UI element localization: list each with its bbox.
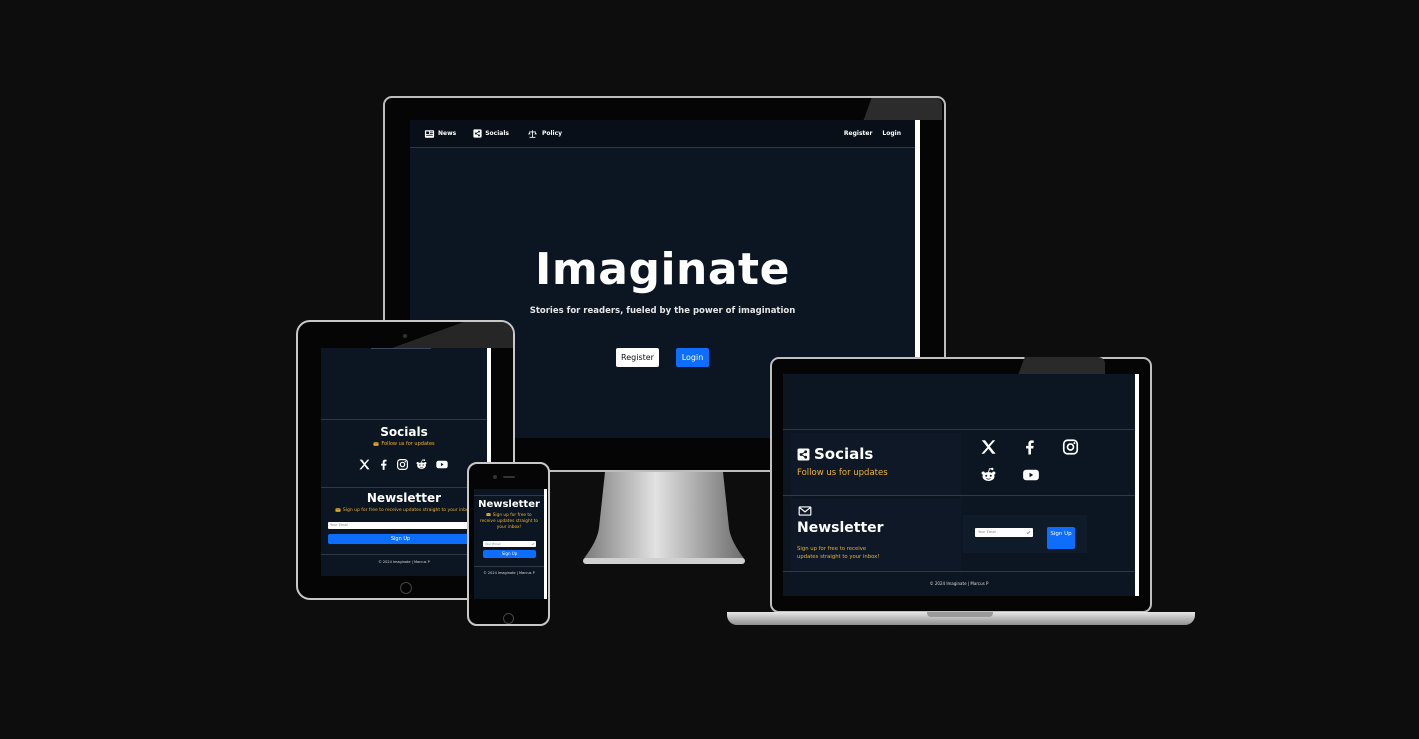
divider <box>474 566 544 567</box>
footer-copyright: © 2024 Imaginate | Marcus P <box>929 581 989 586</box>
instagram-icon[interactable] <box>396 458 409 471</box>
monitor-stand <box>583 472 745 564</box>
youtube-icon[interactable] <box>1020 466 1042 484</box>
email-placeholder: Your Email <box>978 530 997 534</box>
socials-heading-row: Socials <box>797 445 873 463</box>
divider <box>783 429 1135 430</box>
email-input[interactable]: Your Email <box>975 528 1033 537</box>
phone-camera <box>493 475 497 479</box>
reddit-icon[interactable] <box>415 458 428 471</box>
check-icon <box>1026 530 1031 535</box>
newsletter-tagline-row: Sign up for free to receive updates stra… <box>321 507 487 513</box>
phone-home-button <box>503 613 514 624</box>
divider <box>371 348 431 349</box>
envelope-icon <box>335 507 341 513</box>
socials-panel <box>791 433 961 495</box>
share-icon <box>797 448 810 461</box>
newsletter-tagline: Sign up for free to receive updates stra… <box>342 507 474 513</box>
youtube-icon[interactable] <box>434 458 450 471</box>
reddit-icon[interactable] <box>979 466 998 484</box>
nav-link-policy[interactable]: Policy <box>526 129 562 139</box>
share-icon <box>473 129 482 138</box>
divider <box>321 419 487 420</box>
email-placeholder: Your Email <box>485 542 501 546</box>
signup-button[interactable]: Sign Up <box>483 550 536 558</box>
newsletter-heading: Newsletter <box>478 499 540 510</box>
nav-socials-label: Socials <box>485 130 509 137</box>
divider <box>321 487 487 488</box>
laptop-screen: Socials Follow us for updates Newsletter… <box>783 374 1139 596</box>
check-icon <box>531 542 535 546</box>
newsletter-tagline-row: Sign up for free to receive updates stra… <box>478 512 540 531</box>
tablet-camera <box>403 334 407 338</box>
tablet-screen: Socials Follow us for updates Newsletter… <box>321 348 491 576</box>
scrollbar[interactable] <box>544 489 547 599</box>
scale-icon <box>526 129 539 139</box>
signup-button[interactable]: Sign Up <box>328 534 473 544</box>
socials-heading: Socials <box>814 445 874 463</box>
newsletter-form: Your Email Sign Up <box>963 515 1087 553</box>
socials-heading: Socials <box>380 425 428 439</box>
nav-link-socials[interactable]: Socials <box>473 129 509 138</box>
instagram-icon[interactable] <box>1061 438 1080 456</box>
x-icon[interactable] <box>358 458 371 471</box>
newspaper-icon <box>424 129 435 139</box>
newsletter-heading: Newsletter <box>797 520 884 536</box>
laptop-mockup: Socials Follow us for updates Newsletter… <box>727 357 1195 632</box>
tablet-home-button <box>400 582 412 594</box>
nav-register-link[interactable]: Register <box>844 130 873 137</box>
phone-mockup: Newsletter Sign up for free to receive u… <box>467 462 550 626</box>
phone-speaker <box>503 476 515 478</box>
nav-login-link[interactable]: Login <box>882 130 901 137</box>
email-input[interactable]: Your Email <box>328 522 473 529</box>
signup-button[interactable]: Sign Up <box>1047 527 1075 549</box>
navbar: News Socials Policy Register Login <box>410 120 915 148</box>
newsletter-heading: Newsletter <box>366 491 442 505</box>
laptop-glare <box>1003 357 1105 375</box>
divider <box>474 495 544 496</box>
footer-copyright: © 2024 Imaginate | Marcus P <box>483 571 535 575</box>
socials-tagline: Follow us for updates <box>381 441 435 447</box>
facebook-icon[interactable] <box>377 458 390 471</box>
social-icons-grid <box>979 438 1099 484</box>
register-button[interactable]: Register <box>616 348 659 367</box>
phone-screen: Newsletter Sign up for free to receive u… <box>474 489 547 599</box>
socials-tagline: Follow us for updates <box>797 468 888 478</box>
nav-policy-label: Policy <box>541 130 563 137</box>
hero-title: Imaginate <box>535 244 790 295</box>
monitor-glare <box>838 98 942 120</box>
email-input[interactable]: Your Email <box>483 541 536 547</box>
footer-copyright: © 2024 Imaginate | Marcus P <box>378 560 430 564</box>
nav-news-label: News <box>438 130 457 137</box>
socials-tagline-row: Follow us for updates <box>321 441 487 447</box>
hero-subtitle: Stories for readers, fueled by the power… <box>529 306 796 316</box>
scrollbar[interactable] <box>1135 374 1139 596</box>
x-icon[interactable] <box>979 438 998 456</box>
envelope-icon <box>486 512 491 517</box>
divider <box>783 571 1135 572</box>
divider <box>783 495 1135 496</box>
social-icons-row <box>321 458 487 471</box>
divider <box>321 554 487 555</box>
laptop-notch <box>927 612 993 617</box>
envelope-icon <box>373 441 379 447</box>
nav-link-news[interactable]: News <box>424 129 456 139</box>
newsletter-tagline: Sign up for free to receive updates stra… <box>797 546 880 560</box>
login-button[interactable]: Login <box>676 348 709 367</box>
envelope-icon <box>797 504 813 518</box>
facebook-icon[interactable] <box>1020 438 1039 456</box>
